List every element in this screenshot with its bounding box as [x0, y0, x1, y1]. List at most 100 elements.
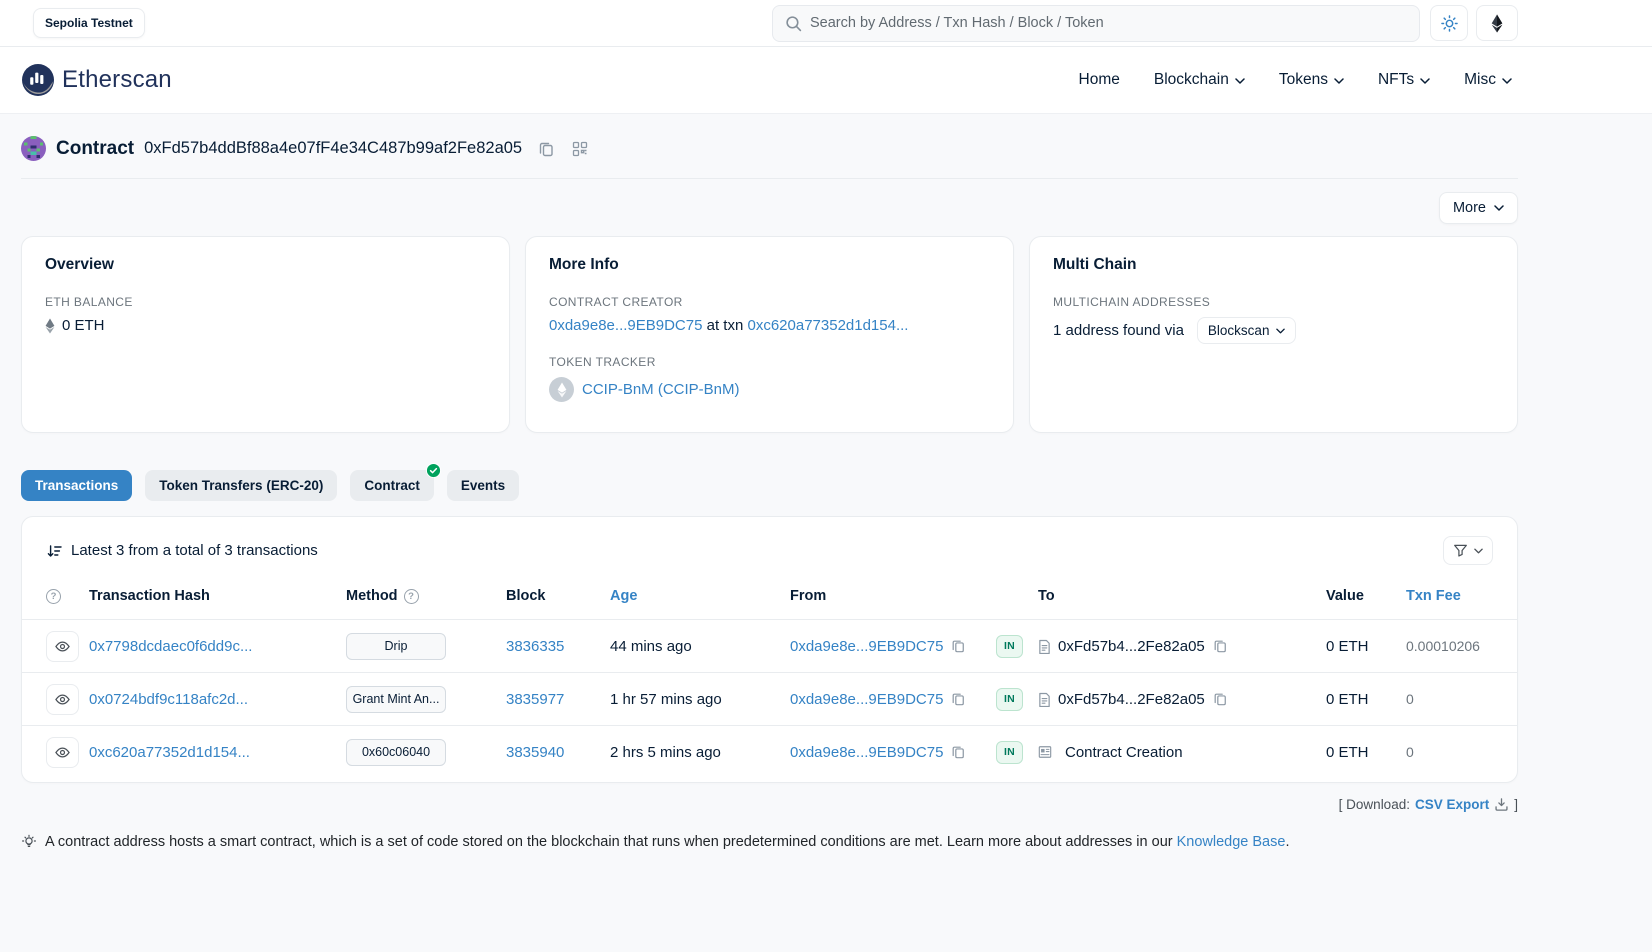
more-dropdown-button[interactable]: More: [1439, 192, 1518, 224]
copy-from-button[interactable]: [950, 638, 966, 654]
value-cell: 0 ETH: [1326, 638, 1406, 655]
tx-preview-button[interactable]: [46, 684, 79, 715]
transactions-summary: Latest 3 from a total of 3 transactions: [71, 542, 318, 559]
nav-blockchain[interactable]: Blockchain: [1154, 71, 1245, 89]
theme-toggle-button[interactable]: [1430, 5, 1468, 41]
from-address-link[interactable]: 0xda9e8e...9EB9DC75: [790, 744, 943, 761]
nav-home[interactable]: Home: [1079, 71, 1120, 89]
etherscan-logo-icon: [21, 63, 55, 97]
ethereum-icon: [1491, 14, 1503, 33]
transactions-panel: Latest 3 from a total of 3 transactions …: [21, 516, 1518, 783]
age-cell: 2 hrs 5 mins ago: [610, 744, 790, 761]
direction-badge: IN: [996, 688, 1023, 711]
search-input[interactable]: [810, 15, 1407, 31]
contract-header: Contract 0xFd57b4ddBf88a4e07fF4e34C487b9…: [21, 114, 1518, 179]
tab-token-transfers[interactable]: Token Transfers (ERC-20): [145, 470, 337, 501]
top-utility-bar: Sepolia Testnet: [0, 0, 1652, 47]
block-link[interactable]: 3835977: [506, 691, 564, 708]
nav-nfts[interactable]: NFTs: [1378, 71, 1430, 89]
csv-export-link[interactable]: CSV Export: [1415, 797, 1489, 812]
direction-badge: IN: [996, 635, 1023, 658]
search-bar[interactable]: [772, 5, 1420, 42]
col-age[interactable]: Age: [610, 588, 790, 604]
contract-file-icon: [1038, 639, 1051, 654]
copy-to-button[interactable]: [1212, 691, 1228, 707]
chevron-down-icon: [1494, 205, 1504, 211]
qr-code-icon: [572, 141, 588, 157]
col-from: From: [790, 588, 996, 604]
block-link[interactable]: 3835940: [506, 744, 564, 761]
to-contract-creation: Contract Creation: [1059, 744, 1183, 761]
col-to: To: [1038, 588, 1326, 604]
chevron-down-icon: [1474, 548, 1483, 554]
to-address: 0xFd57b4...2Fe82a05: [1058, 638, 1205, 655]
txn-fee-cell: 0: [1406, 691, 1493, 707]
eye-icon: [55, 692, 70, 707]
from-address-link[interactable]: 0xda9e8e...9EB9DC75: [790, 691, 943, 708]
copy-icon: [951, 639, 965, 653]
filter-dropdown-button[interactable]: [1443, 536, 1493, 565]
blockscan-provider-dropdown[interactable]: Blockscan: [1197, 317, 1297, 344]
copy-address-button[interactable]: [536, 139, 556, 159]
eye-icon: [55, 745, 70, 760]
nav-misc[interactable]: Misc: [1464, 71, 1512, 89]
tx-hash-link[interactable]: 0x0724bdf9c118afc2d...: [89, 691, 248, 708]
eth-glyph-icon: [45, 318, 55, 334]
tx-preview-button[interactable]: [46, 737, 79, 768]
col-txn-fee[interactable]: Txn Fee: [1406, 588, 1493, 604]
network-badge[interactable]: Sepolia Testnet: [33, 8, 145, 38]
search-icon: [785, 15, 802, 32]
contract-file-icon: [1038, 692, 1051, 707]
col-transaction-hash: Transaction Hash: [89, 588, 346, 604]
value-cell: 0 ETH: [1326, 691, 1406, 708]
verified-check-icon: [426, 463, 441, 478]
multichain-found-text: 1 address found via: [1053, 322, 1184, 339]
table-row: 0x0724bdf9c118afc2d... Grant Mint An... …: [22, 672, 1517, 725]
tx-hash-link[interactable]: 0xc620a77352d1d154...: [89, 744, 250, 761]
copy-from-button[interactable]: [950, 744, 966, 760]
qr-code-button[interactable]: [570, 139, 590, 159]
age-cell: 1 hr 57 mins ago: [610, 691, 790, 708]
table-header-row: Transaction Hash Method Block Age From T…: [22, 573, 1517, 619]
eye-icon: [55, 639, 70, 654]
etherscan-logo[interactable]: Etherscan: [21, 63, 172, 97]
contract-address: 0xFd57b4ddBf88a4e07fF4e34C487b99af2Fe82a…: [144, 139, 522, 158]
tab-events[interactable]: Events: [447, 470, 519, 501]
contract-avatar: [21, 136, 46, 161]
help-icon[interactable]: [46, 589, 61, 604]
tab-bar: Transactions Token Transfers (ERC-20) Co…: [21, 470, 1518, 501]
overview-card-title: Overview: [45, 256, 486, 274]
footnote-period: .: [1285, 834, 1289, 850]
network-switcher-button[interactable]: [1476, 5, 1518, 41]
knowledge-base-link[interactable]: Knowledge Base: [1177, 834, 1286, 850]
chevron-down-icon: [1334, 76, 1344, 84]
tx-hash-link[interactable]: 0x7798dcdaec0f6dd9c...: [89, 638, 252, 655]
from-address-link[interactable]: 0xda9e8e...9EB9DC75: [790, 638, 943, 655]
method-help-icon[interactable]: [404, 589, 419, 604]
copy-to-button[interactable]: [1212, 638, 1228, 654]
nav-tokens[interactable]: Tokens: [1279, 71, 1344, 89]
creation-txn-link[interactable]: 0xc620a77352d1d154...: [747, 317, 908, 334]
tab-transactions[interactable]: Transactions: [21, 470, 132, 501]
more-info-card-title: More Info: [549, 256, 990, 274]
col-method: Method: [346, 588, 398, 604]
token-tracker-link[interactable]: CCIP-BnM (CCIP-BnM): [582, 381, 740, 398]
eth-balance-value: 0 ETH: [62, 317, 105, 334]
token-tracker-label: TOKEN TRACKER: [549, 355, 990, 369]
method-badge: Grant Mint An...: [346, 686, 446, 713]
copy-icon: [1213, 639, 1227, 653]
chevron-down-icon: [1420, 76, 1430, 84]
chevron-down-icon: [1502, 76, 1512, 84]
method-badge: Drip: [346, 633, 446, 660]
method-badge: 0x60c06040: [346, 739, 446, 766]
download-prefix: [ Download:: [1339, 797, 1410, 812]
tab-contract[interactable]: Contract: [350, 470, 434, 501]
download-suffix: ]: [1514, 797, 1518, 812]
copy-from-button[interactable]: [950, 691, 966, 707]
tx-preview-button[interactable]: [46, 631, 79, 662]
block-link[interactable]: 3836335: [506, 638, 564, 655]
to-address: 0xFd57b4...2Fe82a05: [1058, 691, 1205, 708]
sort-icon: [46, 543, 62, 559]
creator-address-link[interactable]: 0xda9e8e...9EB9DC75: [549, 317, 702, 334]
brand-name: Etherscan: [62, 66, 172, 94]
